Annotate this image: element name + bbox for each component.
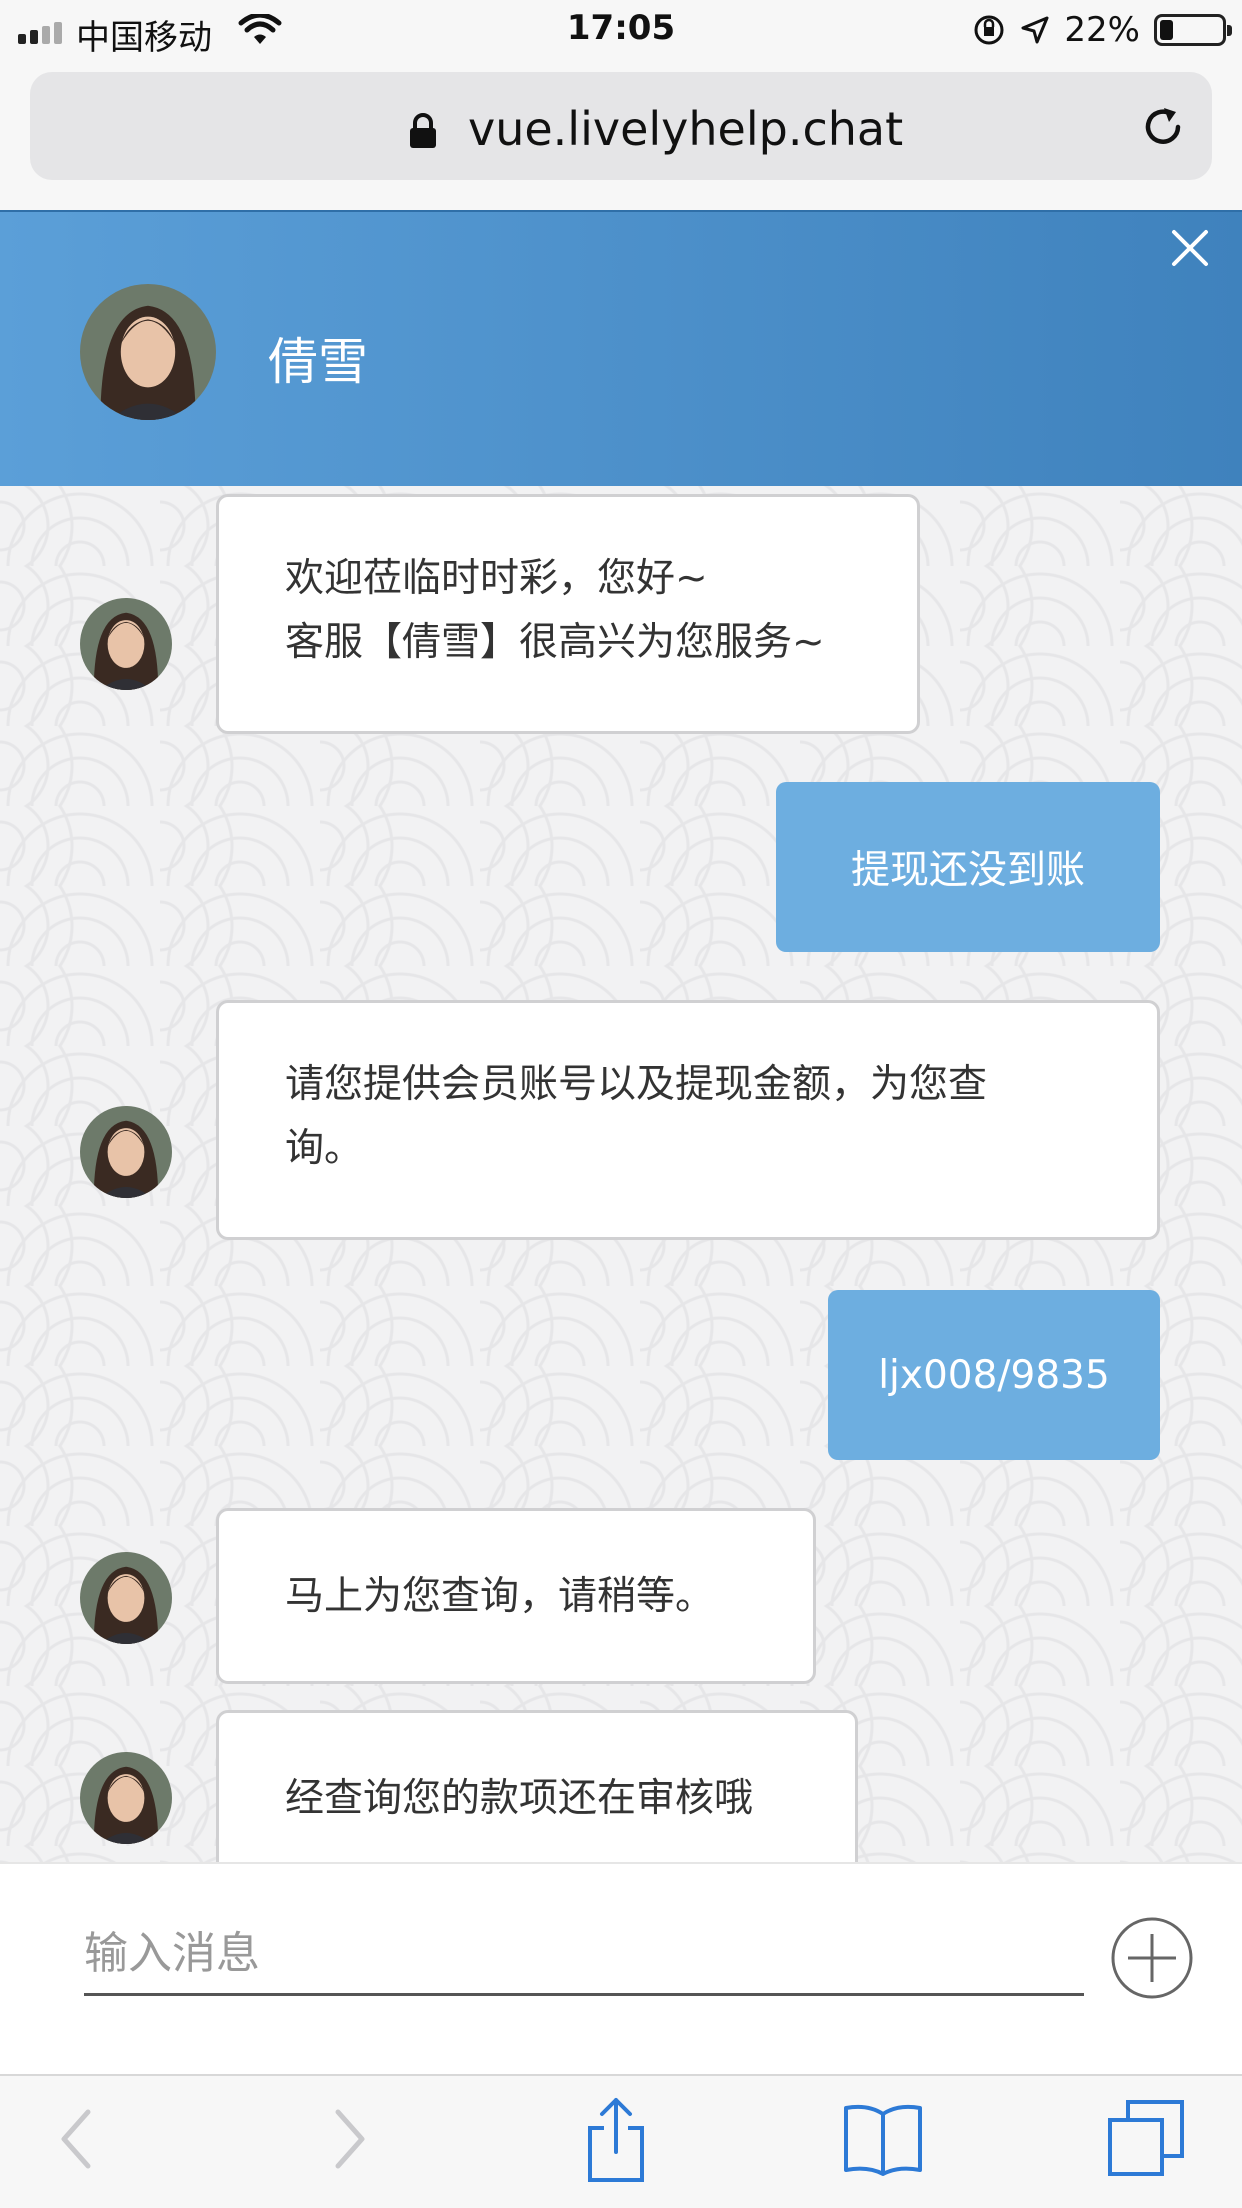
back-icon[interactable] [56,2104,96,2174]
message-line: 客服【倩雪】很高兴为您服务~ [285,620,825,665]
agent-avatar [80,1106,172,1198]
status-bar: 中国移动 17:05 22% [0,0,1242,62]
url-text: vue.livelyhelp.chat [468,102,904,156]
message-list[interactable]: 欢迎莅临时时彩，您好~ 客服【倩雪】很高兴为您服务~ 提现还没到账 请您提供会员… [0,486,1242,1862]
orientation-lock-icon [974,15,1004,45]
agent-avatar [80,1552,172,1644]
chat-header: 倩雪 [0,210,1242,486]
user-message: 提现还没到账 [776,782,1160,952]
browser-address-area: vue.livelyhelp.chat [0,62,1242,210]
address-bar[interactable]: vue.livelyhelp.chat [30,72,1212,180]
forward-icon[interactable] [330,2104,370,2174]
message-text: ljx008/9835 [878,1352,1110,1398]
agent-avatar [80,284,216,420]
agent-avatar [80,1752,172,1844]
plus-icon[interactable] [1110,1916,1194,2000]
battery-icon [1154,14,1232,46]
message-text: 提现还没到账 [850,848,1085,893]
message-line: 经查询您的款项还在审核哦 [285,1776,754,1821]
agent-message: 马上为您查询，请稍等。 [216,1508,816,1684]
share-icon[interactable] [584,2094,648,2184]
tabs-icon[interactable] [1106,2098,1186,2178]
message-line: 马上为您查询，请稍等。 [285,1574,715,1619]
location-icon [1021,16,1049,44]
message-input[interactable] [84,1914,1084,1996]
bookmarks-icon[interactable] [842,2100,924,2176]
composer [0,1862,1242,2074]
agent-name: 倩雪 [268,333,368,391]
battery-percent: 22% [1064,10,1140,50]
agent-avatar [80,598,172,690]
agent-message: 请您提供会员账号以及提现金额，为您查 询。 [216,1000,1160,1240]
browser-toolbar [0,2074,1242,2208]
message-line: 请您提供会员账号以及提现金额，为您查 [285,1062,988,1107]
message-line: 欢迎莅临时时彩，您好~ [285,556,708,601]
agent-message: 经查询您的款项还在审核哦 [216,1710,858,1862]
close-icon[interactable] [1168,226,1212,270]
reload-icon[interactable] [1138,102,1188,152]
agent-message: 欢迎莅临时时彩，您好~ 客服【倩雪】很高兴为您服务~ [216,494,920,734]
user-message: ljx008/9835 [828,1290,1160,1460]
message-line: 询。 [285,1126,364,1171]
lock-icon [410,113,436,148]
